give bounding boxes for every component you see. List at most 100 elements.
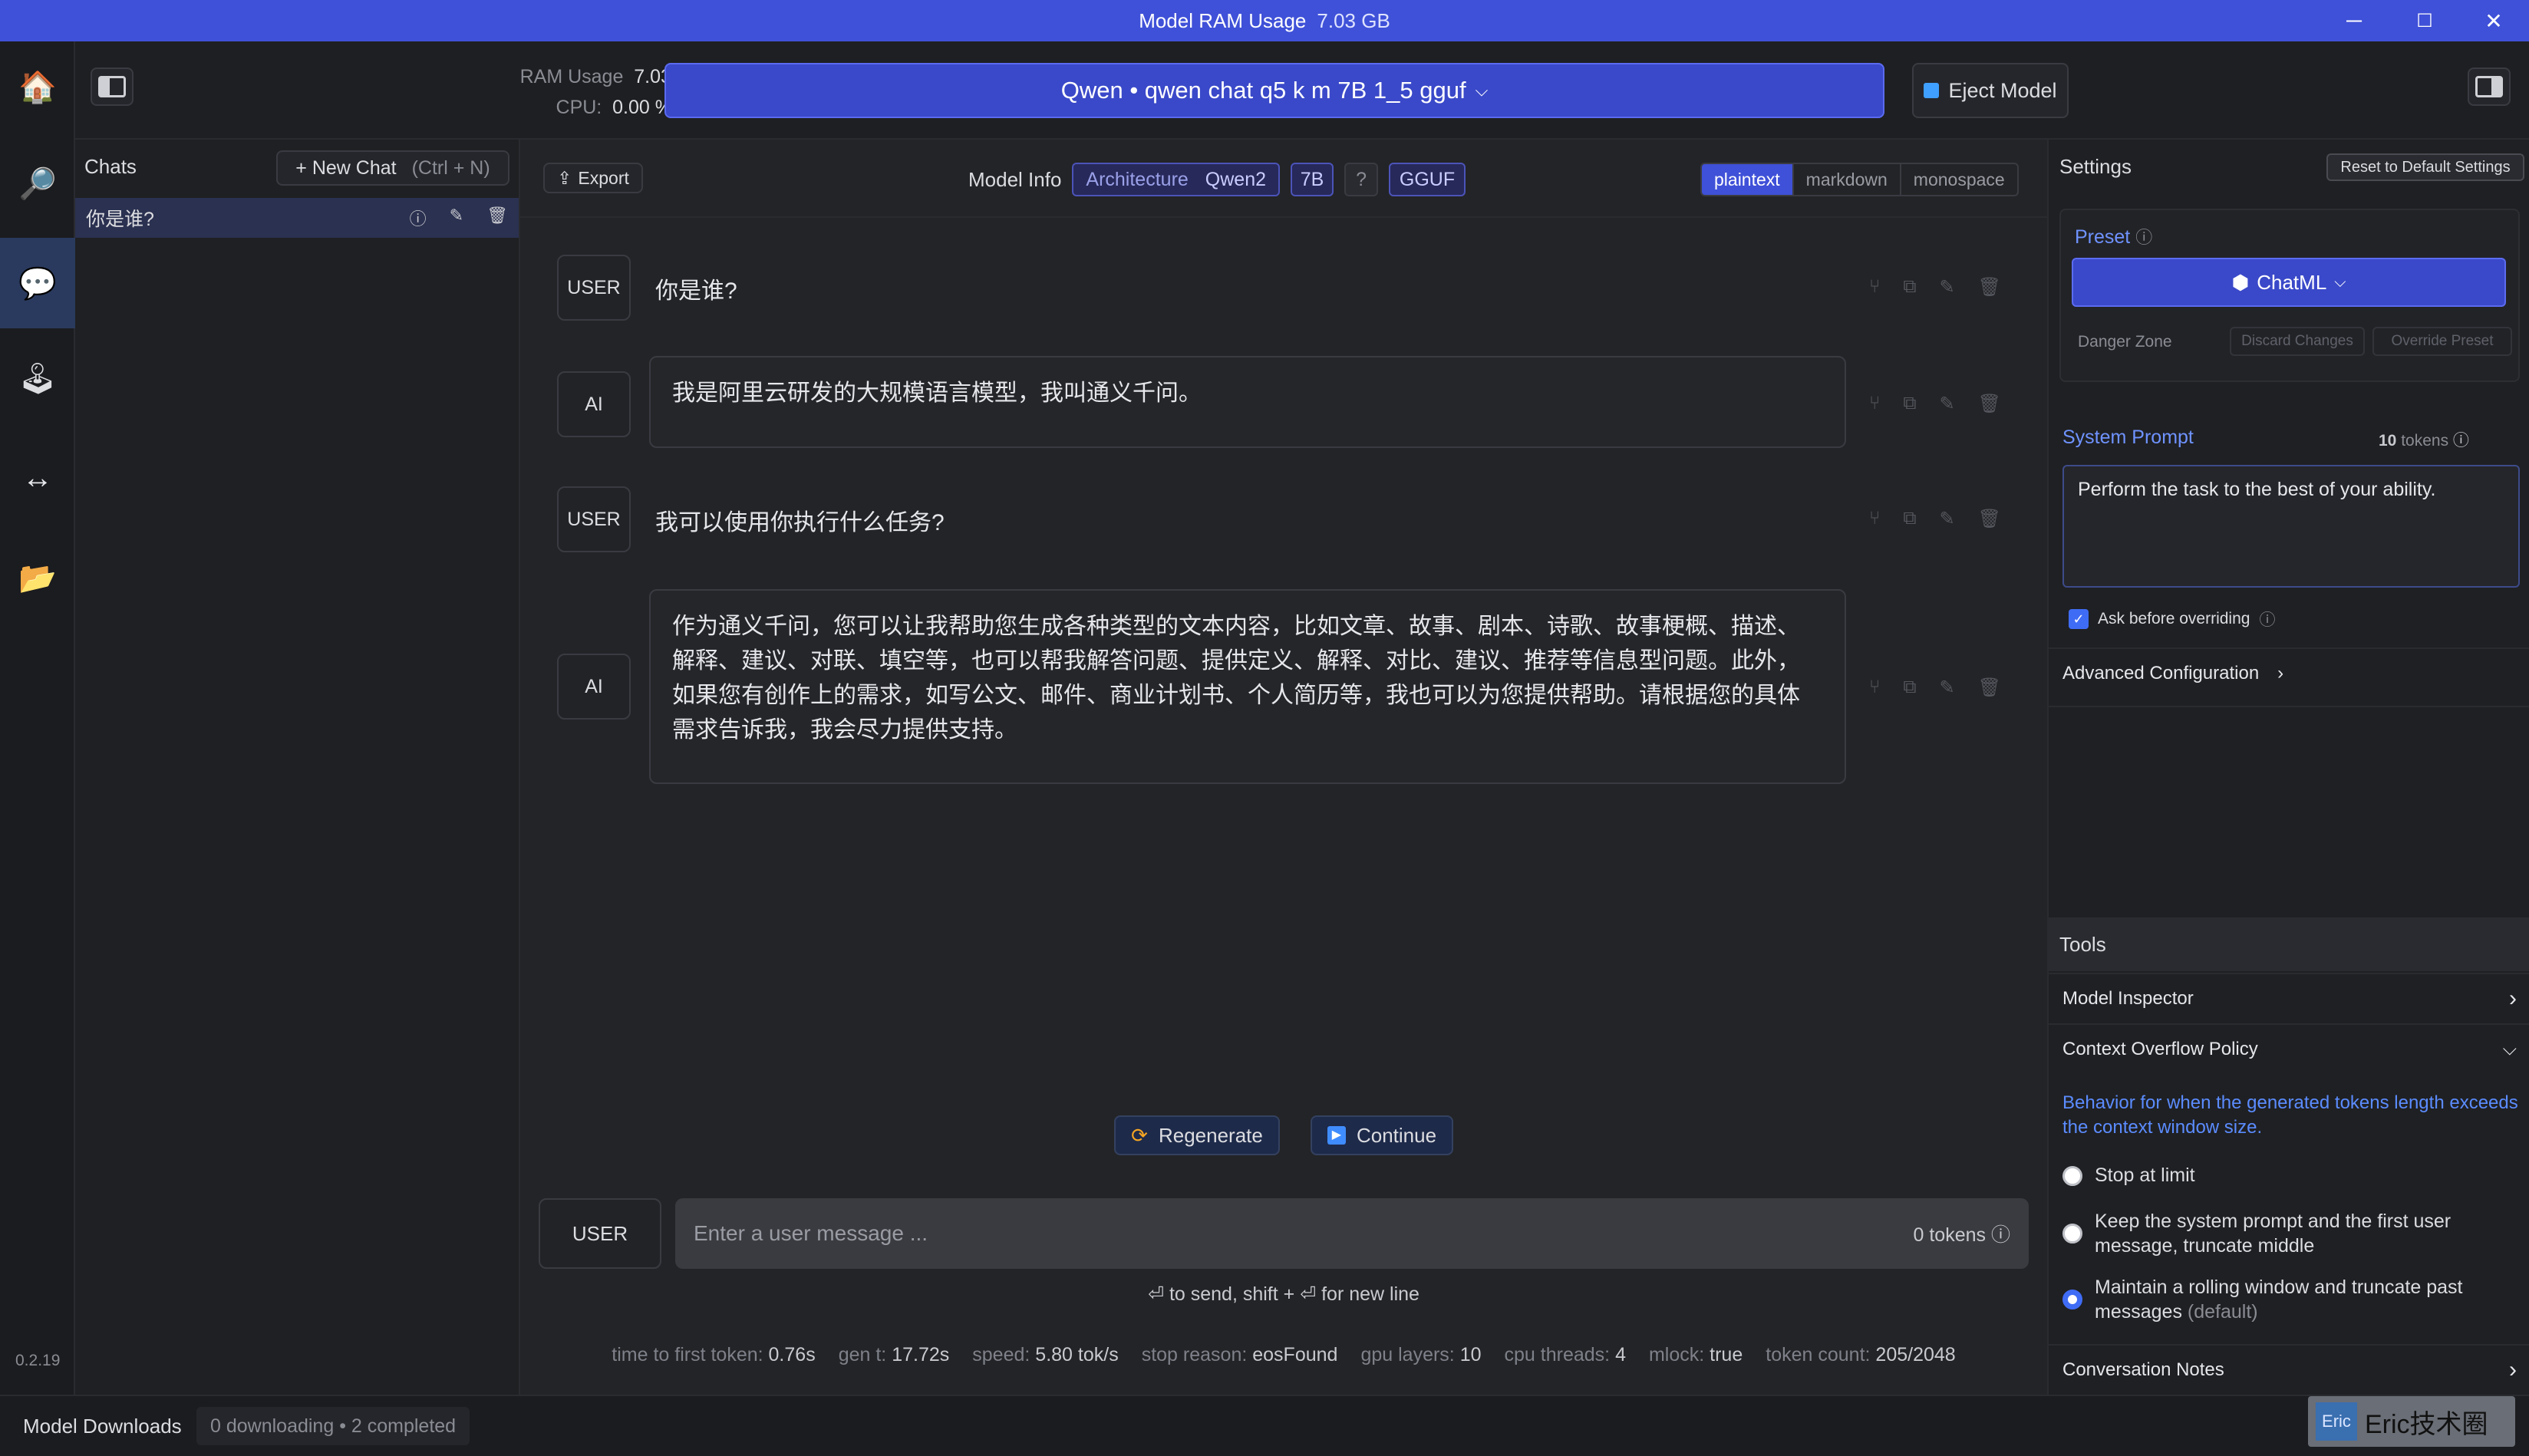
mode-markdown[interactable]: markdown bbox=[1794, 164, 1901, 195]
copy-icon[interactable]: ⧉ bbox=[1903, 276, 1916, 298]
export-button[interactable]: ⇪ Export bbox=[543, 163, 643, 193]
stat-label: gen t: bbox=[838, 1344, 887, 1365]
chevron-down-icon: ⌵ bbox=[2502, 1039, 2517, 1059]
system-prompt-textarea[interactable]: Perform the task to the best of your abi… bbox=[2062, 465, 2520, 588]
branch-icon[interactable]: ⑂ bbox=[1869, 276, 1880, 298]
message-input[interactable]: Enter a user message ... 0 tokens ⓘ bbox=[675, 1198, 2029, 1269]
generation-stats: time to first token: 0.76s gen t: 17.72s… bbox=[520, 1344, 2047, 1366]
stat-label: gpu layers: bbox=[1360, 1344, 1455, 1365]
context-overflow-row[interactable]: Context Overflow Policy ⌵ bbox=[2049, 1023, 2529, 1074]
model-selector[interactable]: Qwen • qwen chat q5 k m 7B 1_5 gguf ⌵ bbox=[664, 63, 1884, 118]
message-actions: ⑂ ⧉ ✎ 🗑 bbox=[1869, 677, 2001, 699]
message-role-user[interactable]: USER bbox=[557, 486, 631, 552]
mode-monospace[interactable]: monospace bbox=[1901, 164, 2017, 195]
mode-plaintext[interactable]: plaintext bbox=[1702, 164, 1794, 195]
settings-panel: Settings Reset to Default Settings Prese… bbox=[2047, 140, 2529, 1395]
chat-list-item[interactable]: 你是谁? ⓘ ✎ 🗑 bbox=[75, 198, 519, 238]
chats-title: Chats bbox=[84, 155, 137, 178]
sidebar-toggle-icon[interactable] bbox=[91, 68, 134, 106]
option-label: Keep the system prompt and the first use… bbox=[2095, 1211, 2452, 1257]
message-role-ai[interactable]: AI bbox=[557, 654, 631, 720]
message-input-placeholder: Enter a user message ... bbox=[694, 1221, 928, 1245]
regenerate-icon: ⟳ bbox=[1131, 1123, 1148, 1147]
conversation-notes-row[interactable]: Conversation Notes › bbox=[2049, 1344, 2529, 1395]
chevron-right-icon: › bbox=[2509, 986, 2517, 1011]
radio-icon[interactable] bbox=[2062, 1224, 2082, 1244]
advanced-configuration-row[interactable]: Advanced Configuration › bbox=[2049, 647, 2529, 698]
trash-icon[interactable]: 🗑 bbox=[486, 206, 508, 230]
overflow-option-truncate-middle[interactable]: Keep the system prompt and the first use… bbox=[2062, 1209, 2520, 1258]
preset-selector[interactable]: ⬢ ChatML ⌵ bbox=[2072, 258, 2506, 307]
stat-value: eosFound bbox=[1252, 1344, 1338, 1365]
copy-icon[interactable]: ⧉ bbox=[1903, 393, 1916, 415]
stat-value: 5.80 tok/s bbox=[1035, 1344, 1119, 1365]
message-role-ai[interactable]: AI bbox=[557, 371, 631, 437]
copy-icon[interactable]: ⧉ bbox=[1903, 677, 1916, 699]
chevron-right-icon: › bbox=[2277, 663, 2284, 684]
model-downloads-button[interactable]: Model Downloads bbox=[23, 1415, 182, 1438]
radio-icon[interactable] bbox=[2062, 1165, 2082, 1186]
folder-icon[interactable]: 📂 bbox=[0, 532, 75, 623]
edit-icon[interactable]: ✎ bbox=[1940, 393, 1955, 415]
arrows-icon[interactable]: ↔ bbox=[0, 433, 75, 523]
message-actions: ⑂ ⧉ ✎ 🗑 bbox=[1869, 508, 2001, 530]
checkbox-checked-icon[interactable]: ✓ bbox=[2069, 609, 2089, 629]
trash-icon[interactable]: 🗑 bbox=[1978, 508, 2001, 530]
copy-icon[interactable]: ⧉ bbox=[1903, 508, 1916, 530]
ask-before-overriding[interactable]: ✓ Ask before overriding ⓘ bbox=[2069, 608, 2275, 631]
reset-defaults-button[interactable]: Reset to Default Settings bbox=[2326, 153, 2524, 181]
home-icon[interactable]: 🏠 bbox=[0, 41, 75, 132]
trash-icon[interactable]: 🗑 bbox=[1978, 276, 2001, 298]
message-text: 我是阿里云研发的大规模语言模型，我叫通义千问。 bbox=[672, 380, 1202, 406]
stat-value: 10 bbox=[1459, 1344, 1482, 1365]
preset-value: ChatML bbox=[2257, 270, 2327, 294]
trash-icon[interactable]: 🗑 bbox=[1978, 677, 2001, 699]
message-text-line: 如果您有创作上的需求，如写公文、邮件、商业计划书、个人简历等，我也可以为您提供帮… bbox=[672, 683, 1800, 708]
model-selector-label: Qwen • qwen chat q5 k m 7B 1_5 gguf bbox=[1060, 77, 1466, 104]
discard-changes-button[interactable]: Discard Changes bbox=[2230, 327, 2365, 356]
stat-value: 205/2048 bbox=[1875, 1344, 1956, 1365]
radio-selected-icon[interactable] bbox=[2062, 1290, 2082, 1309]
export-label: Export bbox=[578, 167, 629, 188]
overflow-option-rolling-window[interactable]: Maintain a rolling window and truncate p… bbox=[2062, 1275, 2520, 1324]
edit-icon[interactable]: ✎ bbox=[450, 206, 463, 230]
advanced-configuration-label: Advanced Configuration bbox=[2062, 663, 2260, 684]
info-icon[interactable]: ⓘ bbox=[410, 206, 427, 230]
maximize-button[interactable]: ☐ bbox=[2389, 0, 2460, 41]
branch-icon[interactable]: ⑂ bbox=[1869, 393, 1880, 415]
overflow-option-stop[interactable]: Stop at limit bbox=[2062, 1164, 2195, 1187]
model-inspector-row[interactable]: Model Inspector › bbox=[2049, 973, 2529, 1023]
model-info-label: Model Info bbox=[968, 167, 1062, 191]
branch-icon[interactable]: ⑂ bbox=[1869, 677, 1880, 699]
chat-icon[interactable]: 💬 bbox=[0, 238, 75, 328]
cube-icon: ⬢ bbox=[2231, 270, 2250, 294]
stat-value: 17.72s bbox=[892, 1344, 950, 1365]
branch-icon[interactable]: ⑂ bbox=[1869, 508, 1880, 530]
top-toolbar: RAM Usage 7.03 GB CPU: 0.00 % Qwen • qwe… bbox=[75, 41, 2529, 140]
left-nav: 🏠 🔎 💬 🕹 ↔ 📂 0.2.19 bbox=[0, 41, 75, 1395]
minimize-button[interactable]: ─ bbox=[2319, 0, 2389, 41]
edit-icon[interactable]: ✎ bbox=[1940, 677, 1955, 699]
close-button[interactable]: ✕ bbox=[2458, 0, 2529, 41]
override-preset-button[interactable]: Override Preset bbox=[2372, 327, 2512, 356]
context-overflow-label: Context Overflow Policy bbox=[2062, 1039, 2258, 1059]
stat-value: true bbox=[1710, 1344, 1743, 1365]
trash-icon[interactable]: 🗑 bbox=[1978, 393, 2001, 415]
message-role-user[interactable]: USER bbox=[557, 255, 631, 321]
eject-model-button[interactable]: Eject Model bbox=[1912, 63, 2069, 118]
edit-icon[interactable]: ✎ bbox=[1940, 276, 1955, 298]
message-actions: ⑂ ⧉ ✎ 🗑 bbox=[1869, 393, 2001, 415]
regenerate-label: Regenerate bbox=[1158, 1123, 1263, 1147]
continue-button[interactable]: ▶ Continue bbox=[1311, 1115, 1453, 1155]
settings-panel-toggle-icon[interactable] bbox=[2468, 68, 2511, 106]
chevron-right-icon: › bbox=[2509, 1357, 2517, 1382]
export-icon: ⇪ bbox=[557, 167, 572, 188]
regenerate-button[interactable]: ⟳ Regenerate bbox=[1114, 1115, 1280, 1155]
architecture-value: Qwen2 bbox=[1205, 168, 1267, 190]
composer-role-button[interactable]: USER bbox=[539, 1198, 661, 1269]
robot-icon[interactable]: 🕹 bbox=[0, 333, 75, 423]
search-icon[interactable]: 🔎 bbox=[0, 138, 75, 229]
new-chat-button[interactable]: + New Chat (Ctrl + N) bbox=[276, 150, 509, 186]
watermark-logo: Eric bbox=[2316, 1402, 2357, 1441]
edit-icon[interactable]: ✎ bbox=[1940, 508, 1955, 530]
